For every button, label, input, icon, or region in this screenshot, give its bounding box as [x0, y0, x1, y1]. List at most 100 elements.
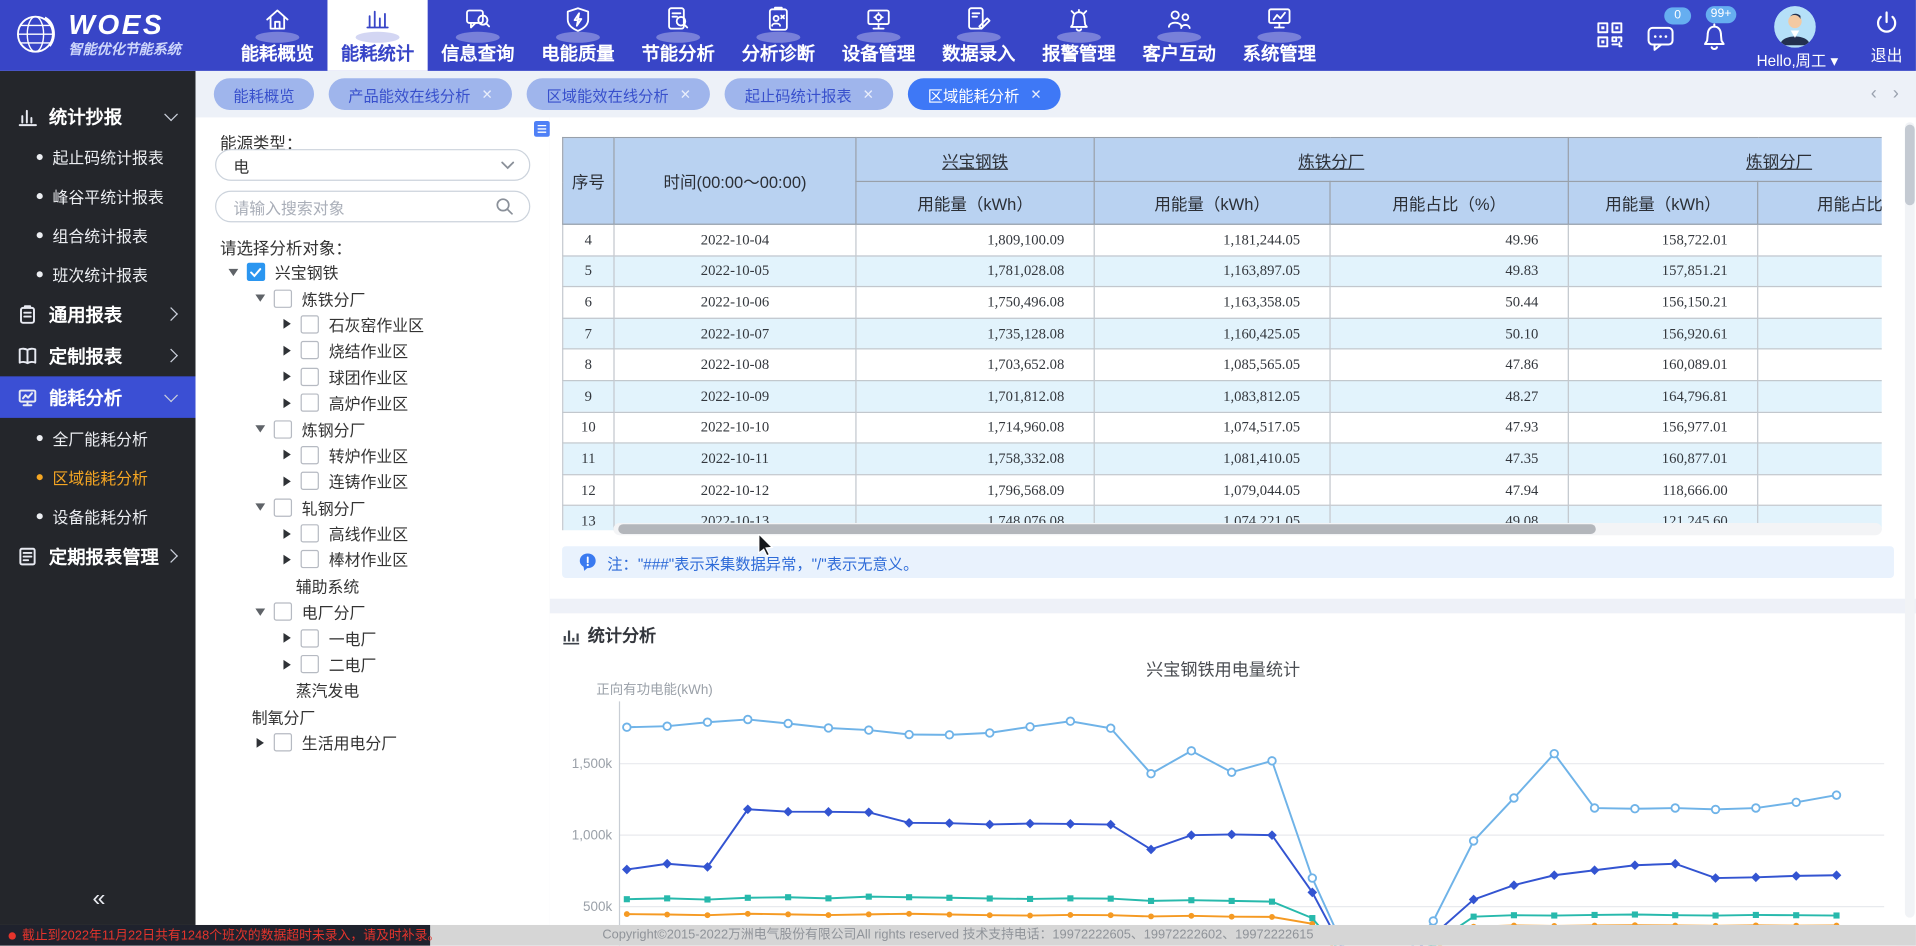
qr-code-icon[interactable]: [1596, 21, 1624, 55]
tab-区域能耗分析[interactable]: 区域能耗分析✕: [908, 78, 1061, 110]
tree-toggle-expanded-icon[interactable]: [252, 608, 269, 615]
tree-node-炼铁分厂[interactable]: 炼铁分厂: [196, 285, 541, 311]
tree-toggle-collapsed-icon[interactable]: [252, 738, 269, 748]
collapse-panel-icon[interactable]: [534, 121, 550, 143]
logout-button[interactable]: 退出: [1862, 10, 1911, 66]
tree-node-电厂分厂[interactable]: 电厂分厂: [196, 599, 541, 625]
hscroll-thumb[interactable]: [618, 524, 1596, 534]
message-icon[interactable]: [1646, 23, 1675, 58]
tree-checkbox-unchecked[interactable]: [274, 420, 292, 438]
tree-node-转炉作业区[interactable]: 转炉作业区: [196, 442, 541, 468]
tree-node-石灰窑作业区[interactable]: 石灰窑作业区: [196, 311, 541, 337]
tree-node-辅助系统[interactable]: 辅助系统: [196, 573, 541, 599]
close-tab-icon[interactable]: ✕: [481, 86, 492, 102]
sidebar-item-起止码统计报表[interactable]: 起止码统计报表: [0, 137, 196, 176]
tree-checkbox-unchecked[interactable]: [301, 550, 319, 568]
tree-checkbox-unchecked[interactable]: [301, 629, 319, 647]
sidebar-item-设备能耗分析[interactable]: 设备能耗分析: [0, 496, 196, 535]
column-header-兴宝钢铁[interactable]: 兴宝钢铁: [856, 137, 1094, 181]
nav-item-数据录入[interactable]: 数据录入: [929, 0, 1029, 71]
tree-node-炼钢分厂[interactable]: 炼钢分厂: [196, 416, 541, 442]
energy-type-select[interactable]: 电: [215, 149, 530, 181]
tree-checkbox-unchecked[interactable]: [301, 655, 319, 673]
nav-item-设备管理[interactable]: 设备管理: [828, 0, 928, 71]
tree-toggle-expanded-icon[interactable]: [252, 425, 269, 432]
tree-checkbox-unchecked[interactable]: [274, 733, 292, 751]
tree-toggle-collapsed-icon[interactable]: [279, 555, 296, 565]
tree-node-烧结作业区[interactable]: 烧结作业区: [196, 337, 541, 363]
tree-node-制氧分厂[interactable]: 制氧分厂: [196, 703, 541, 729]
tree-toggle-expanded-icon[interactable]: [252, 295, 269, 302]
tree-checkbox-checked[interactable]: [247, 263, 265, 281]
tree-toggle-collapsed-icon[interactable]: [279, 346, 296, 356]
column-header-炼钢分厂[interactable]: 炼钢分厂: [1568, 137, 1881, 181]
sidebar-group-通用报表[interactable]: 通用报表: [0, 293, 196, 335]
sidebar-item-组合统计报表[interactable]: 组合统计报表: [0, 215, 196, 254]
tree-toggle-collapsed-icon[interactable]: [279, 659, 296, 669]
tree-node-轧钢分厂[interactable]: 轧钢分厂: [196, 494, 541, 520]
tree-checkbox-unchecked[interactable]: [274, 498, 292, 516]
vscroll-thumb[interactable]: [1905, 125, 1915, 206]
sidebar-item-班次统计报表[interactable]: 班次统计报表: [0, 254, 196, 293]
alarm-bell-icon[interactable]: [1700, 22, 1729, 57]
tree-toggle-collapsed-icon[interactable]: [279, 398, 296, 408]
close-tab-icon[interactable]: ✕: [1030, 86, 1041, 102]
tab-起止码统计报表[interactable]: 起止码统计报表✕: [725, 78, 893, 110]
tree-checkbox-unchecked[interactable]: [301, 524, 319, 542]
tree-node-高炉作业区[interactable]: 高炉作业区: [196, 390, 541, 416]
tree-toggle-collapsed-icon[interactable]: [279, 476, 296, 486]
nav-item-能耗概览[interactable]: 能耗概览: [227, 0, 327, 71]
tree-node-棒材作业区[interactable]: 棒材作业区: [196, 547, 541, 573]
tree-checkbox-unchecked[interactable]: [301, 315, 319, 333]
nav-item-分析诊断[interactable]: 分析诊断: [728, 0, 828, 71]
sidebar-item-全厂能耗分析[interactable]: 全厂能耗分析: [0, 418, 196, 457]
sidebar-collapse-button[interactable]: «: [0, 886, 196, 913]
tree-checkbox-unchecked[interactable]: [274, 603, 292, 621]
sidebar-group-能耗分析[interactable]: 能耗分析: [0, 376, 196, 418]
user-avatar[interactable]: [1774, 6, 1816, 48]
nav-item-能耗统计[interactable]: 能耗统计: [327, 0, 427, 71]
tree-toggle-expanded-icon[interactable]: [252, 504, 269, 511]
column-header-炼铁分厂[interactable]: 炼铁分厂: [1094, 137, 1568, 181]
tree-checkbox-unchecked[interactable]: [301, 367, 319, 385]
nav-item-系统管理[interactable]: 系统管理: [1229, 0, 1329, 71]
tree-node-高线作业区[interactable]: 高线作业区: [196, 520, 541, 546]
tree-node-生活用电分厂[interactable]: 生活用电分厂: [196, 730, 541, 756]
tree-node-连铸作业区[interactable]: 连铸作业区: [196, 468, 541, 494]
nav-item-信息查询[interactable]: 信息查询: [428, 0, 528, 71]
tree-toggle-collapsed-icon[interactable]: [279, 319, 296, 329]
close-tab-icon[interactable]: ✕: [863, 86, 874, 102]
tree-toggle-collapsed-icon[interactable]: [279, 450, 296, 460]
tab-能耗概览[interactable]: 能耗概览: [214, 78, 314, 110]
tree-node-一电厂[interactable]: 一电厂: [196, 625, 541, 651]
tree-checkbox-unchecked[interactable]: [301, 472, 319, 490]
tree-toggle-expanded-icon[interactable]: [225, 268, 242, 275]
tree-node-二电厂[interactable]: 二电厂: [196, 651, 541, 677]
sidebar-group-定期报表管理[interactable]: 定期报表管理: [0, 535, 196, 577]
nav-item-电能质量[interactable]: 电能质量: [528, 0, 628, 71]
sidebar-group-定制报表[interactable]: 定制报表: [0, 335, 196, 377]
nav-item-客户互动[interactable]: 客户互动: [1129, 0, 1229, 71]
tabs-scroll-right-icon[interactable]: ›: [1893, 83, 1899, 105]
tree-checkbox-unchecked[interactable]: [301, 446, 319, 464]
tree-checkbox-unchecked[interactable]: [301, 341, 319, 359]
tree-node-兴宝钢铁[interactable]: 兴宝钢铁: [196, 259, 541, 285]
tabs-scroll-left-icon[interactable]: ‹: [1871, 83, 1877, 105]
close-tab-icon[interactable]: ✕: [680, 86, 691, 102]
user-greeting[interactable]: Hello,周工 ▾: [1742, 48, 1852, 71]
search-input[interactable]: 请输入搜索对象: [215, 191, 530, 223]
nav-item-节能分析[interactable]: 节能分析: [628, 0, 728, 71]
tab-产品能效在线分析[interactable]: 产品能效在线分析✕: [329, 78, 513, 110]
sidebar-item-峰谷平统计报表[interactable]: 峰谷平统计报表: [0, 176, 196, 215]
tree-node-蒸汽发电[interactable]: 蒸汽发电: [196, 677, 541, 703]
sidebar-group-统计抄报[interactable]: 统计抄报: [0, 95, 196, 137]
nav-item-报警管理[interactable]: 报警管理: [1029, 0, 1129, 71]
tree-toggle-collapsed-icon[interactable]: [279, 372, 296, 382]
tree-checkbox-unchecked[interactable]: [301, 394, 319, 412]
tab-区域能效在线分析[interactable]: 区域能效在线分析✕: [527, 78, 711, 110]
sidebar-item-区域能耗分析[interactable]: 区域能耗分析: [0, 457, 196, 496]
tree-toggle-collapsed-icon[interactable]: [279, 633, 296, 643]
tree-toggle-collapsed-icon[interactable]: [279, 529, 296, 539]
tree-checkbox-unchecked[interactable]: [274, 289, 292, 307]
tree-node-球团作业区[interactable]: 球团作业区: [196, 364, 541, 390]
